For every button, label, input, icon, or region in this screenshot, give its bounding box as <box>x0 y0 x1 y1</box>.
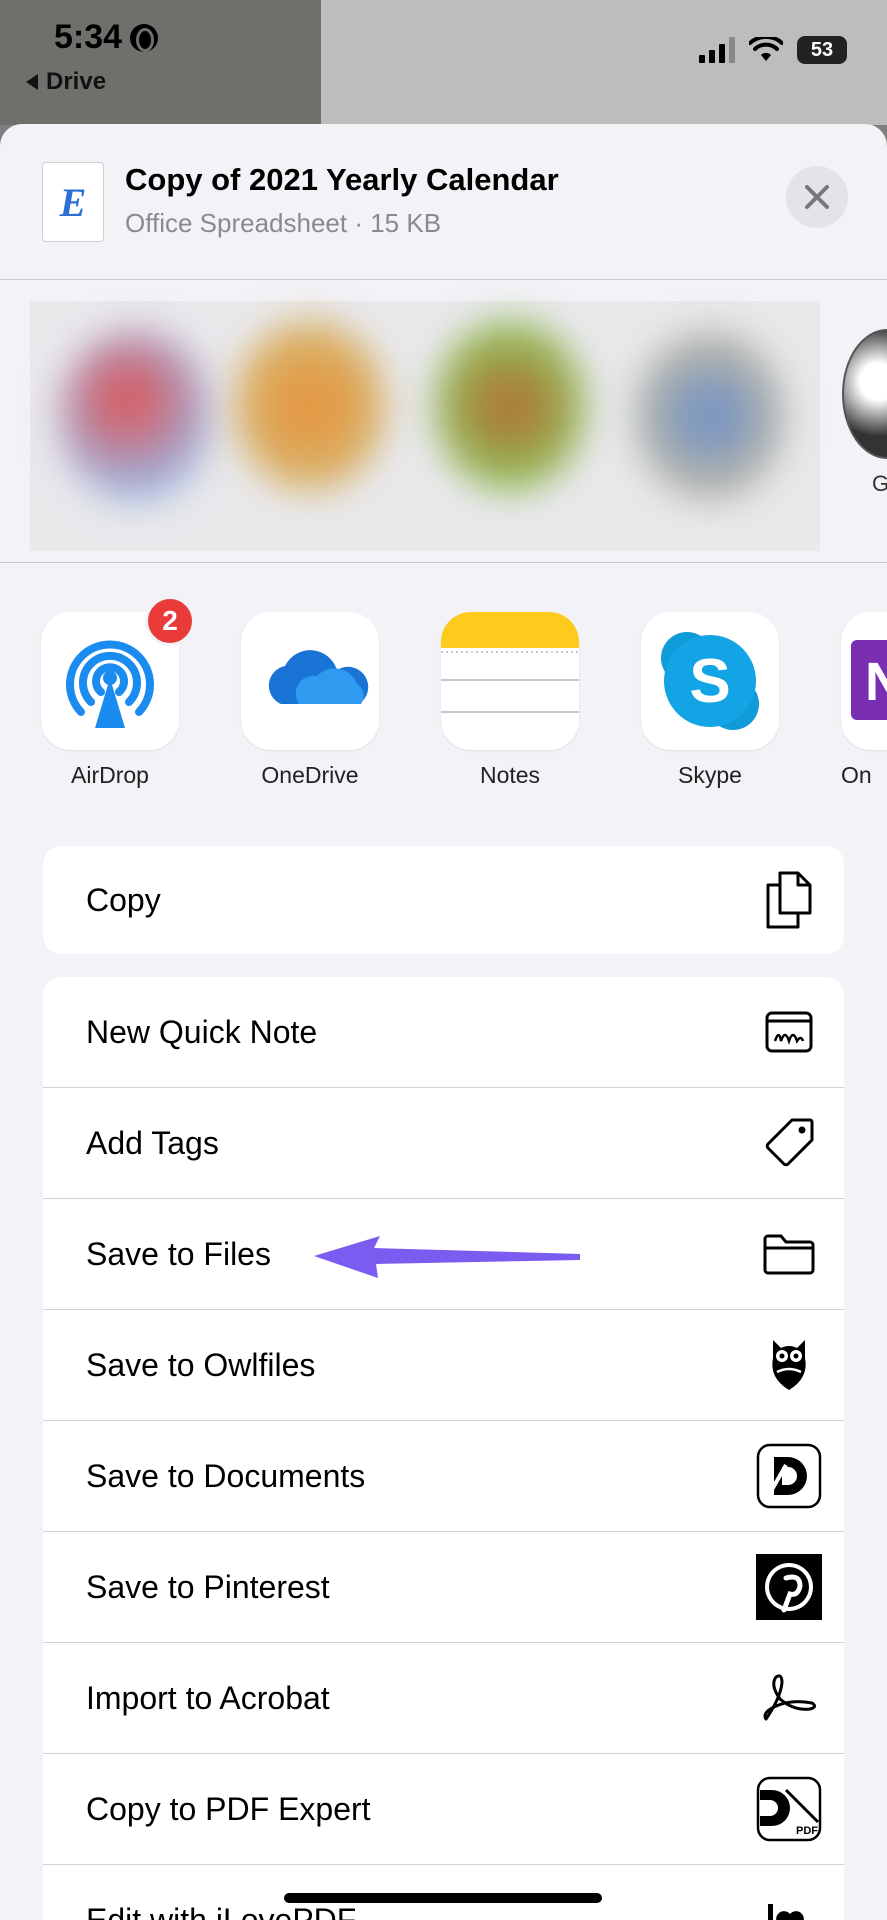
app-label: OneDrive <box>261 762 359 788</box>
copy-icon <box>756 867 822 933</box>
share-sheet: E Copy of 2021 Yearly Calendar Office Sp… <box>0 124 887 1920</box>
wifi-icon <box>749 37 783 61</box>
share-sheet-header: E Copy of 2021 Yearly Calendar Office Sp… <box>0 124 887 280</box>
folder-icon <box>756 1221 822 1287</box>
contact-avatar-blurred[interactable] <box>60 331 210 501</box>
action-save-to-documents[interactable]: Save to Documents <box>43 1421 844 1532</box>
app-notes[interactable]: Notes <box>441 612 579 789</box>
action-label: Add Tags <box>86 1124 219 1161</box>
close-button[interactable] <box>786 166 848 228</box>
app-label: Notes <box>479 762 541 788</box>
file-subtitle: Office Spreadsheet · 15 KB <box>125 208 442 238</box>
ilovepdf-icon <box>756 1888 822 1920</box>
file-icon-letter: E <box>59 179 87 225</box>
xmark-icon <box>805 185 829 209</box>
svg-text:S: S <box>689 647 730 716</box>
pinterest-icon <box>756 1554 822 1620</box>
app-airdrop[interactable]: 2 AirDrop <box>41 596 195 789</box>
action-label: Import to Acrobat <box>86 1679 330 1716</box>
tag-icon <box>756 1110 822 1176</box>
globe-icon <box>130 23 159 52</box>
action-add-tags[interactable]: Add Tags <box>43 1088 844 1199</box>
spreadsheet-file-icon: E <box>42 162 104 242</box>
cellular-signal-icon <box>699 37 735 63</box>
blurred-contacts <box>30 301 820 551</box>
app-label: AirDrop <box>71 762 149 788</box>
pdf-expert-icon: PDF <box>756 1776 822 1842</box>
action-label: Copy to PDF Expert <box>86 1790 371 1827</box>
action-copy-to-pdf-expert[interactable]: Copy to PDF Expert PDF <box>43 1754 844 1865</box>
people-suggestions-row: G <box>0 281 887 563</box>
copy-action-group: Copy <box>43 846 844 954</box>
apps-row: 2 AirDrop OneDrive Notes S Skype N On <box>0 564 887 804</box>
notification-badge: 2 <box>145 596 195 646</box>
action-label: Copy <box>86 881 161 918</box>
svg-text:PDF: PDF <box>796 1825 818 1837</box>
action-label: Save to Documents <box>86 1457 366 1494</box>
app-label: Skype <box>678 762 742 788</box>
notes-icon <box>441 612 579 750</box>
action-copy[interactable]: Copy <box>43 846 844 954</box>
contact-name-partial: G <box>872 471 887 497</box>
status-indicators: 53 <box>699 36 847 64</box>
app-onedrive[interactable]: OneDrive <box>241 612 379 789</box>
action-new-quick-note[interactable]: New Quick Note <box>43 977 844 1088</box>
contact-avatar-blurred[interactable] <box>635 331 785 501</box>
action-save-to-owlfiles[interactable]: Save to Owlfiles <box>43 1310 844 1421</box>
action-label: Save to Owlfiles <box>86 1346 316 1383</box>
owl-icon <box>756 1332 822 1398</box>
back-triangle-icon <box>26 74 38 90</box>
onedrive-icon <box>241 612 379 750</box>
background-app-dim <box>0 0 321 125</box>
acrobat-icon <box>756 1665 822 1731</box>
action-import-to-acrobat[interactable]: Import to Acrobat <box>43 1643 844 1754</box>
file-title: Copy of 2021 Yearly Calendar <box>125 162 559 197</box>
app-onenote[interactable]: N On <box>841 612 887 789</box>
action-save-to-pinterest[interactable]: Save to Pinterest <box>43 1532 844 1643</box>
contact-avatar-blurred[interactable] <box>235 321 385 491</box>
actions-group: New Quick Note Add Tags Save to Files Sa… <box>43 977 844 1920</box>
action-label: Edit with iLovePDF <box>86 1902 357 1920</box>
home-indicator[interactable] <box>284 1893 602 1903</box>
action-label: New Quick Note <box>86 1013 318 1050</box>
back-to-app-link[interactable]: Drive <box>26 68 106 96</box>
documents-icon <box>756 1443 822 1509</box>
annotation-arrow-icon <box>314 1236 580 1278</box>
app-label: On <box>841 762 872 788</box>
action-label: Save to Files <box>86 1235 271 1272</box>
onenote-icon: N <box>841 612 887 750</box>
battery-level: 53 <box>810 38 834 61</box>
contact-avatar[interactable] <box>842 329 887 459</box>
action-label: Save to Pinterest <box>86 1568 330 1605</box>
contact-avatar-blurred[interactable] <box>435 321 585 491</box>
app-skype[interactable]: S Skype <box>641 612 779 789</box>
status-time: 5:34 <box>54 18 159 57</box>
time-text: 5:34 <box>54 18 123 56</box>
skype-icon: S <box>641 612 779 750</box>
battery-icon: 53 <box>797 36 847 64</box>
svg-text:N: N <box>865 652 887 712</box>
back-label: Drive <box>46 68 107 95</box>
quick-note-icon <box>756 999 822 1065</box>
